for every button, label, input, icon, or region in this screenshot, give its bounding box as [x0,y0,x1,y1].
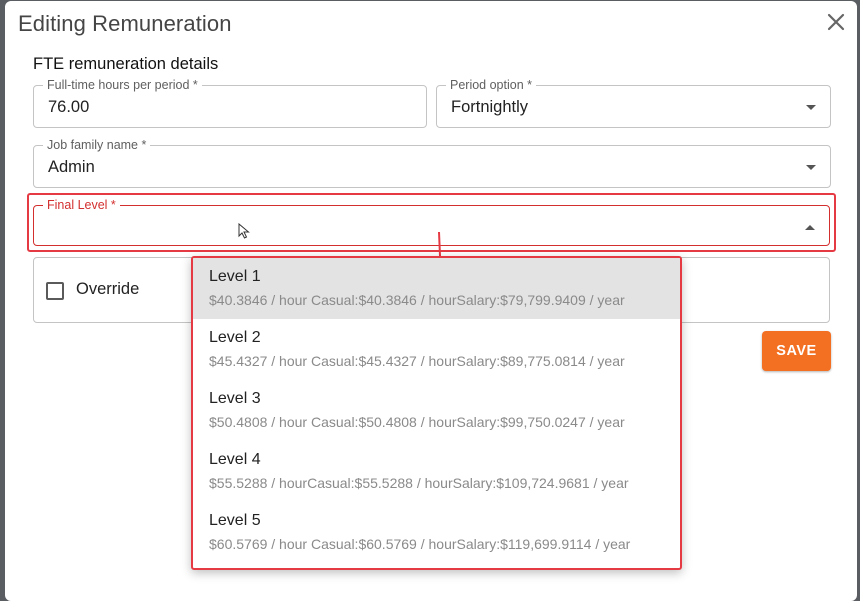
override-checkbox[interactable] [46,282,64,300]
level-option-name: Level 4 [209,451,261,468]
hours-label: Full-time hours per period * [43,78,202,92]
period-label: Period option * [446,78,537,92]
edit-remuneration-dialog: Editing Remuneration FTE remuneration de… [5,1,857,601]
level-option-name: Level 5 [209,512,261,529]
final-level-label: Final Level * [43,198,120,212]
level-option[interactable]: Level 3 $50.4808 / hour Casual:$50.4808 … [193,380,680,441]
level-option-name: Level 1 [209,268,261,285]
dialog-title: Editing Remuneration [18,11,232,36]
chevron-down-icon[interactable] [806,165,816,170]
close-icon[interactable] [825,11,847,33]
chevron-down-icon[interactable] [806,105,816,110]
section-title: FTE remuneration details [33,55,219,73]
job-family-value: Admin [48,158,95,176]
period-value: Fortnightly [451,98,529,116]
level-option[interactable]: Level 2 $45.4327 / hour Casual:$45.4327 … [193,319,680,380]
level-option-detail: $50.4808 / hour Casual:$50.4808 / hourSa… [209,414,625,430]
chevron-up-icon[interactable] [805,225,815,230]
level-option-detail: $60.5769 / hour Casual:$60.5769 / hourSa… [209,536,631,552]
level-option[interactable]: Level 4 $55.5288 / hourCasual:$55.5288 /… [193,441,680,502]
level-option-name: Level 3 [209,390,261,407]
job-family-select[interactable]: Job family name * Admin [33,138,831,188]
period-select[interactable]: Period option * Fortnightly [436,78,831,128]
hours-field[interactable]: Full-time hours per period * 76.00 [33,78,427,128]
override-label[interactable]: Override [76,280,139,299]
save-button[interactable]: SAVE [762,331,831,371]
level-option-detail: $40.3846 / hour Casual:$40.3846 / hourSa… [209,292,625,308]
mouse-cursor-icon [238,223,250,239]
level-option-detail: $55.5288 / hourCasual:$55.5288 / hourSal… [209,475,629,491]
job-family-label: Job family name * [43,138,151,152]
level-dropdown-menu: Level 1 $40.3846 / hour Casual:$40.3846 … [191,256,682,570]
level-option-name: Level 2 [209,329,261,346]
level-option-detail: $45.4327 / hour Casual:$45.4327 / hourSa… [209,353,625,369]
hours-value[interactable]: 76.00 [48,98,89,117]
level-option[interactable]: Level 1 $40.3846 / hour Casual:$40.3846 … [193,258,680,319]
level-option[interactable]: Level 5 $60.5769 / hour Casual:$60.5769 … [193,502,680,563]
